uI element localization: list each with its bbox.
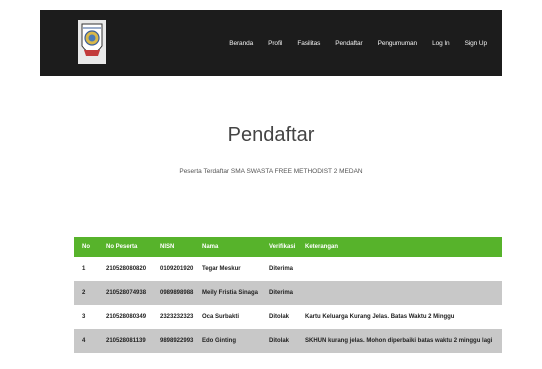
cell-nisn: 0109201920	[160, 266, 194, 272]
cell-verifikasi: Diterima	[269, 290, 294, 296]
cell-keterangan	[297, 257, 502, 281]
cell-nama: Tegar Meskur	[202, 266, 241, 272]
registrants-table-container: No No Peserta NISN Nama Verifikasi Keter…	[74, 237, 502, 353]
nav-beranda[interactable]: Beranda	[229, 40, 253, 47]
cell-keterangan	[297, 281, 502, 305]
nav-pendaftar[interactable]: Pendaftar	[335, 40, 362, 47]
cell-no-peserta: 210528080820	[106, 266, 147, 272]
cell-verifikasi: Ditolak	[269, 314, 290, 320]
cell-keterangan: Kartu Keluarga Kurang Jelas. Batas Waktu…	[305, 314, 455, 320]
nav-login[interactable]: Log In	[432, 40, 450, 47]
cell-verifikasi: Ditolak	[269, 338, 290, 344]
header-verifikasi: Verifikasi	[269, 244, 296, 250]
nav-fasilitas[interactable]: Fasilitas	[297, 40, 320, 47]
cell-nama: Meily Fristia Sinaga	[202, 290, 259, 296]
school-logo[interactable]	[78, 16, 106, 68]
table-row: 1 210528080820 0109201920 Tegar Meskur D…	[74, 257, 502, 281]
cell-nisn: 9898922993	[160, 338, 194, 344]
cell-nama: Oca Surbakti	[202, 314, 240, 320]
school-crest-icon	[78, 20, 106, 64]
cell-no-peserta: 210528081139	[106, 338, 146, 344]
cell-no: 2	[82, 290, 86, 296]
table-header-row: No No Peserta NISN Nama Verifikasi Keter…	[74, 237, 502, 257]
nav-menu: Beranda Profil Fasilitas Pendaftar Pengu…	[229, 10, 502, 76]
table-row: 3 210528080349 2323232323 Oca Surbakti D…	[74, 305, 502, 329]
header-nama: Nama	[202, 244, 219, 250]
cell-nama: Edo Ginting	[202, 338, 236, 344]
cell-keterangan: SKHUN kurang jelas. Mohon diperbaiki bat…	[305, 338, 493, 344]
cell-nisn: 2323232323	[160, 314, 194, 320]
cell-no: 4	[82, 338, 86, 344]
cell-no-peserta: 210528080349	[106, 314, 147, 320]
cell-verifikasi: Diterima	[269, 266, 294, 272]
table-row: 4 210528081139 9898922993 Edo Ginting Di…	[74, 329, 502, 353]
page-title: Pendaftar	[227, 124, 315, 146]
page-subtitle: Peserta Terdaftar SMA SWASTA FREE METHOD…	[179, 168, 363, 175]
header-nisn: NISN	[160, 244, 175, 250]
cell-no: 3	[82, 314, 86, 320]
header-no: No	[82, 244, 90, 250]
navbar: Beranda Profil Fasilitas Pendaftar Pengu…	[40, 10, 502, 76]
nav-pengumuman[interactable]: Pengumuman	[378, 40, 418, 47]
nav-signup[interactable]: Sign Up	[465, 40, 488, 47]
cell-nisn: 0989898988	[160, 290, 194, 296]
table-row: 2 210528074938 0989898988 Meily Fristia …	[74, 281, 502, 305]
cell-no-peserta: 210528074938	[106, 290, 147, 296]
nav-profil[interactable]: Profil	[268, 40, 282, 47]
header-keterangan: Keterangan	[305, 244, 339, 250]
registrants-table: No No Peserta NISN Nama Verifikasi Keter…	[74, 237, 502, 353]
cell-no: 1	[82, 266, 86, 272]
header-no-peserta: No Peserta	[106, 244, 138, 250]
